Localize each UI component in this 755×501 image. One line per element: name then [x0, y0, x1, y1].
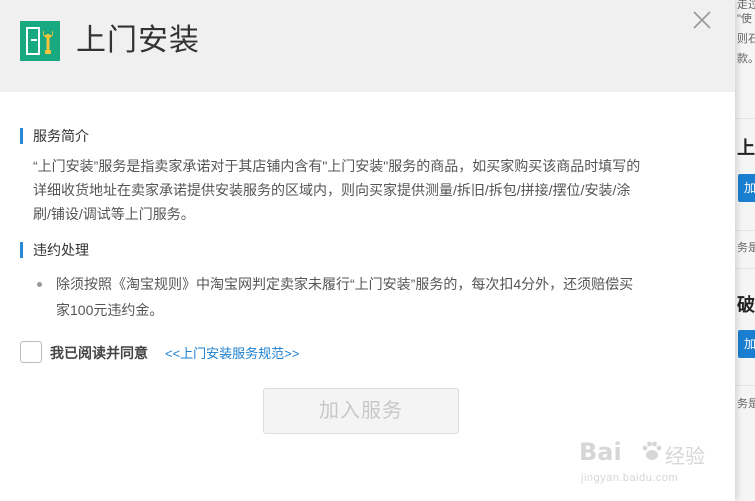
bg-text-fragment: 走过 [737, 0, 755, 11]
violation-line: 除须按照《淘宝规则》中淘宝网判定卖家未履行“上门安装”服务的，每次扣4分外，还须… [56, 276, 634, 292]
service-intro-line: 刷/铺设/调试等上门服务。 [33, 206, 195, 222]
service-intro-line: 详细收货地址在卖家承诺提供安装服务的区域内，则向买家提供测量/拆旧/拆包/拼接/… [33, 182, 631, 198]
join-service-button[interactable]: 加入服务 [263, 388, 459, 434]
bg-text-fragment: 务是 [737, 398, 755, 410]
bg-text-fragment: "使 [737, 13, 752, 25]
bg-heading: 上 [737, 138, 755, 158]
watermark-url: jingyan.baidu.com [581, 472, 679, 484]
bg-text-fragment: 则石 [737, 33, 755, 45]
bg-divider [735, 118, 755, 119]
dialog-header: 上门安装 [0, 0, 735, 92]
bg-heading: 破 [737, 295, 755, 315]
bullet-icon [37, 282, 42, 287]
background-page: 走过 "使 则石 款。 上 加 务是 破 加 务是 [735, 0, 755, 501]
close-icon[interactable] [690, 8, 714, 32]
bg-add-button[interactable]: 加 [738, 174, 755, 202]
service-intro-heading: 服务简介 [20, 128, 89, 144]
watermark-brand-cn: 经验 [665, 446, 705, 468]
bg-divider [735, 268, 755, 269]
bg-divider [735, 230, 755, 231]
baidu-watermark: Bai 经验 jingyan.baidu.com [575, 438, 725, 494]
service-dialog: 上门安装 服务简介 “上门安装”服务是指卖家承诺对于其店铺内含有"上门安装"服务… [0, 0, 735, 501]
service-spec-link[interactable]: <<上门安装服务规范>> [165, 345, 299, 363]
agree-checkbox[interactable] [20, 341, 42, 363]
bg-add-button[interactable]: 加 [738, 330, 755, 358]
bg-divider [735, 385, 755, 386]
violation-heading: 违约处理 [20, 242, 89, 258]
bg-text-fragment: 款。 [737, 53, 755, 65]
paw-icon [642, 441, 662, 460]
watermark-brand: Bai [579, 438, 622, 466]
service-intro-line: “上门安装”服务是指卖家承诺对于其店铺内含有"上门安装"服务的商品，如买家购买该… [33, 158, 641, 174]
agree-label: 我已阅读并同意 [50, 345, 148, 361]
door-wrench-icon [20, 21, 60, 61]
dialog-title: 上门安装 [76, 24, 200, 57]
violation-line: 家100元违约金。 [56, 302, 164, 318]
bg-text-fragment: 务是 [737, 242, 755, 254]
